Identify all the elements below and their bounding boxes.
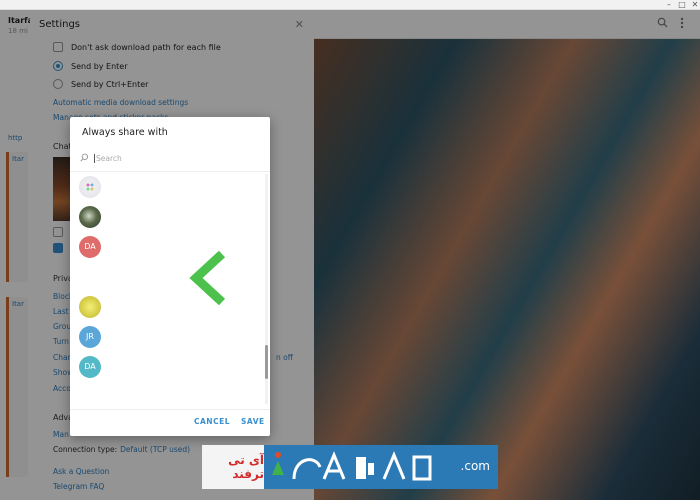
save-button[interactable]: SAVE	[241, 417, 265, 426]
search-input[interactable]	[94, 153, 244, 163]
contact-avatar[interactable]	[79, 296, 101, 318]
watermark-fa-text: آی تی ترفند	[228, 453, 264, 481]
maximize-icon[interactable]: □	[675, 0, 689, 10]
contact-photo	[86, 183, 94, 191]
contact-avatar[interactable]	[79, 206, 101, 228]
cancel-button[interactable]: CANCEL	[194, 417, 230, 426]
contact-avatar[interactable]	[79, 176, 101, 198]
chevron-left-icon	[189, 250, 226, 306]
contact-avatar[interactable]: DA	[79, 236, 101, 258]
search-icon	[80, 153, 94, 164]
watermark-fa: آی تی ترفند	[202, 445, 264, 489]
divider	[70, 409, 270, 410]
always-share-with-dialog: Always share with DA JR DA CANCEL SAVE	[70, 117, 270, 436]
window-titlebar: – □ ✕	[0, 0, 700, 10]
divider	[70, 171, 270, 172]
minimize-icon[interactable]: –	[662, 0, 676, 10]
search-row	[80, 150, 260, 166]
watermark-logo: آی تی ترفند .com	[202, 445, 498, 489]
watermark-brand: .com	[264, 445, 498, 489]
watermark-graphic	[272, 451, 432, 481]
close-window-icon[interactable]: ✕	[688, 0, 700, 10]
contact-avatar[interactable]: JR	[79, 326, 101, 348]
contact-avatar[interactable]: DA	[79, 356, 101, 378]
watermark-com-text: .com	[460, 459, 490, 473]
scrollbar-thumb[interactable]	[265, 345, 268, 379]
dialog-title: Always share with	[82, 127, 168, 138]
